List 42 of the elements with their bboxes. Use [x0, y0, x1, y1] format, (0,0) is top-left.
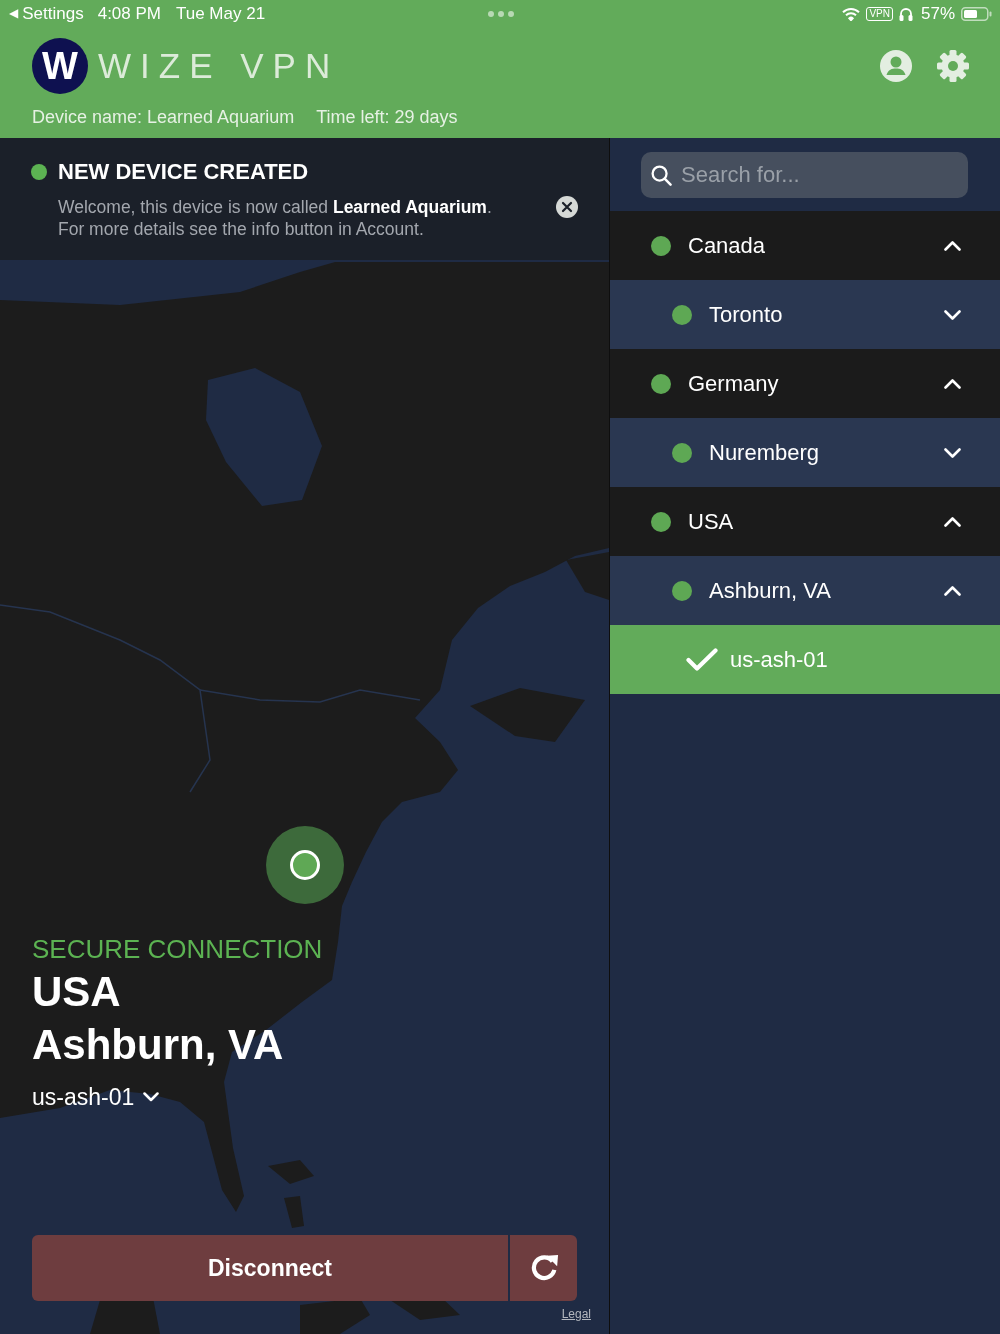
search-field[interactable]: Search for... — [641, 152, 968, 198]
time-left: Time left: 29 days — [316, 106, 458, 128]
multitask-dots-icon[interactable] — [487, 10, 514, 17]
status-date: Tue May 21 — [176, 3, 266, 24]
battery-percent: 57% — [920, 3, 955, 24]
legal-link[interactable]: Legal — [561, 1306, 591, 1322]
settings-icon[interactable] — [937, 50, 969, 82]
account-icon[interactable] — [880, 50, 912, 82]
chevron-down-icon — [143, 1092, 160, 1102]
status-dot-icon — [672, 304, 692, 325]
status-dot-icon — [651, 511, 671, 532]
notification-message: Welcome, this device is now called Learned Aquarium. For more details see the info button in Account. — [58, 196, 493, 240]
search-icon — [651, 165, 672, 186]
country-row[interactable]: USA — [610, 487, 1000, 556]
location-marker-icon — [266, 826, 344, 904]
status-time: 4:08 PM — [97, 3, 161, 24]
server-dropdown[interactable]: us-ash-01 — [32, 1079, 160, 1115]
disconnect-button[interactable]: Disconnect — [32, 1235, 508, 1301]
status-dot-icon — [651, 373, 671, 394]
check-icon — [686, 647, 718, 672]
headphones-icon — [898, 6, 913, 21]
city-row[interactable]: Toronto — [610, 280, 1000, 349]
refresh-button[interactable] — [510, 1235, 577, 1301]
city-row[interactable]: Ashburn, VA — [610, 556, 1000, 625]
country-row[interactable]: Germany — [610, 349, 1000, 418]
notification-title: NEW DEVICE CREATED — [58, 159, 309, 185]
status-dot-icon — [672, 442, 692, 463]
city-row[interactable]: Nuremberg — [610, 418, 1000, 487]
wifi-icon — [842, 6, 861, 21]
brand-name: WIZE VPN — [98, 46, 340, 86]
status-dot-icon — [31, 164, 47, 180]
status-dot-icon — [651, 235, 671, 256]
device-name: Device name: Learned Aquarium — [32, 106, 295, 128]
connection-status: SECURE CONNECTION — [32, 933, 323, 965]
country-row[interactable]: Canada — [610, 211, 1000, 280]
logo-badge: W — [32, 38, 88, 94]
connection-country: USA — [32, 967, 121, 1017]
status-dot-icon — [672, 580, 692, 601]
battery-icon — [961, 6, 992, 21]
connection-city: Ashburn, VA — [32, 1020, 284, 1070]
vpn-badge: VPN — [866, 6, 893, 21]
close-icon[interactable] — [556, 196, 578, 218]
